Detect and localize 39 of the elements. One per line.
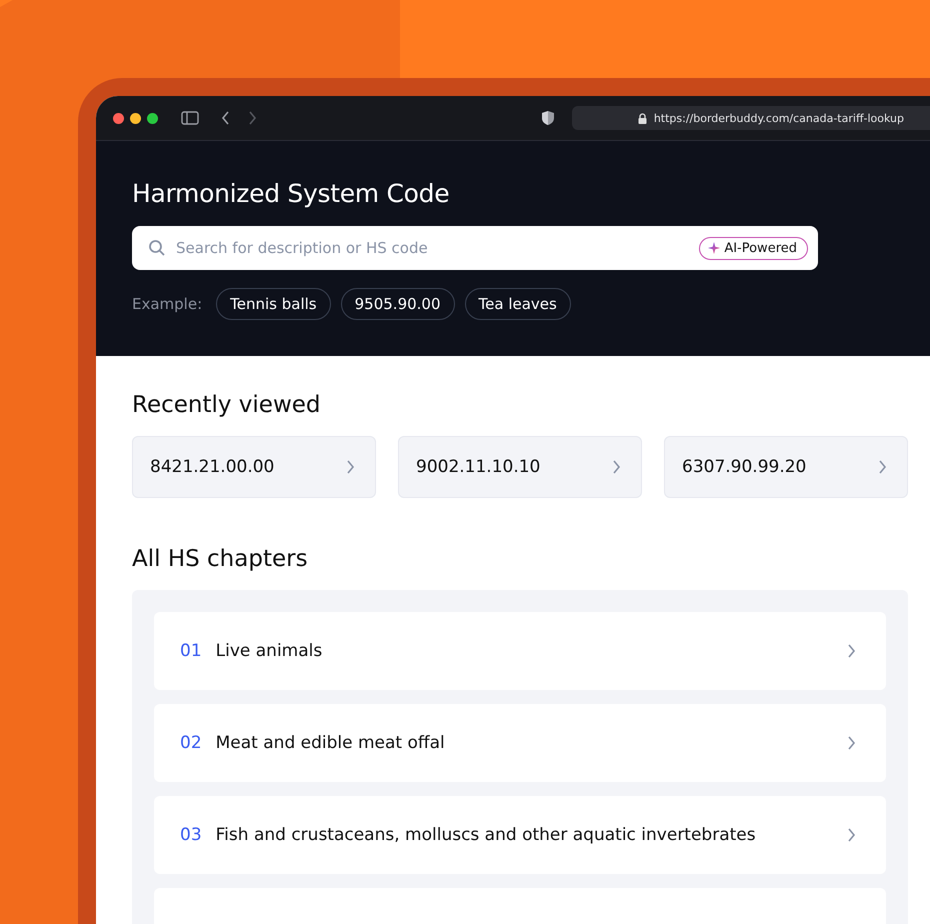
chevron-icon: [847, 644, 856, 658]
examples-label: Example:: [132, 295, 202, 313]
minimize-icon[interactable]: [130, 112, 141, 124]
chapter-name: Meat and edible meat offal: [216, 733, 446, 753]
search-field[interactable]: Search for description or HS code AI-Powered: [132, 226, 818, 270]
chapter-number: 03: [180, 825, 202, 845]
example-chip[interactable]: Tea leaves: [464, 288, 571, 320]
chapter-row[interactable]: 03 Fish and crustaceans, molluscs and other aquatic invertebrates: [154, 796, 886, 874]
back-icon[interactable]: [221, 111, 231, 125]
ai-badge: AI-Powered: [699, 236, 808, 260]
recent-code-card[interactable]: 6307.90.99.20: [664, 436, 908, 498]
chevron-icon: [878, 460, 887, 474]
recent-code-card[interactable]: 8421.21.00.00: [132, 436, 376, 498]
sparkle-icon: [708, 242, 720, 254]
chevron-icon: [847, 736, 856, 750]
search-icon: [148, 239, 166, 257]
chapter-name: Live animals: [216, 641, 324, 661]
page-title: Harmonized System Code: [132, 179, 450, 208]
forward-icon[interactable]: [247, 111, 257, 125]
chapter-name: Fish and crustaceans, molluscs and other aquatic invertebrates: [216, 825, 757, 845]
example-chip[interactable]: 9505.90.00: [340, 288, 455, 320]
chevron-icon: [847, 828, 856, 842]
close-icon[interactable]: [113, 112, 124, 124]
sidebar-icon[interactable]: [181, 111, 199, 125]
maximize-icon[interactable]: [147, 112, 158, 124]
shield-icon[interactable]: [541, 110, 555, 126]
address-bar[interactable]: https://borderbuddy.com/canada-tariff-lookup: [572, 106, 930, 130]
section-title: All HS chapters: [132, 546, 309, 572]
example-chip[interactable]: Tennis balls: [216, 288, 331, 320]
url-text: https://borderbuddy.com/canada-tariff-lookup: [654, 112, 904, 124]
chapter-number: 02: [180, 733, 202, 753]
chapter-row[interactable]: 01 Live animals: [154, 612, 886, 690]
chapter-row[interactable]: 02 Meat and edible meat offal: [154, 704, 886, 782]
section-title: Recently viewed: [132, 392, 322, 418]
recent-code-card[interactable]: 9002.11.10.10: [398, 436, 642, 498]
chevron-icon: [612, 460, 621, 474]
lock-icon: [638, 112, 647, 124]
chapter-number: 01: [180, 641, 202, 661]
chevron-icon: [346, 460, 355, 474]
